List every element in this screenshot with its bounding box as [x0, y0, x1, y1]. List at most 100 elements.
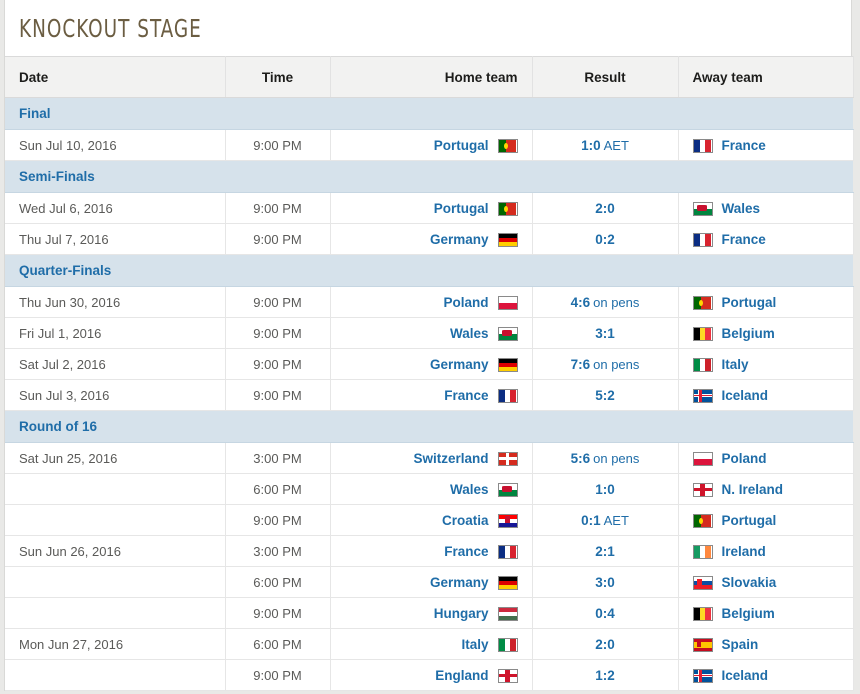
home-team-cell[interactable]: Switzerland [330, 442, 533, 474]
home-team-name[interactable]: England [435, 668, 488, 683]
match-result-cell[interactable]: 5:6 on pens [532, 442, 679, 474]
home-team-cell[interactable]: Portugal [330, 192, 533, 224]
away-team-cell[interactable]: Portugal [678, 286, 854, 318]
match-score[interactable]: 2:0 [595, 637, 615, 652]
table-row[interactable]: Fri Jul 1, 2016 9:00 PM Wales 3:1 Belgium [5, 317, 854, 349]
table-row[interactable]: 9:00 PM England 1:2 Iceland [5, 659, 854, 691]
match-result-cell[interactable]: 0:4 [532, 597, 679, 629]
column-header-away[interactable]: Away team [678, 56, 854, 98]
table-row[interactable]: Sun Jul 10, 2016 9:00 PM Portugal 1:0 AET Fra… [5, 129, 854, 161]
home-team-cell[interactable]: Wales [330, 473, 533, 505]
match-result-cell[interactable]: 0:2 [532, 223, 679, 255]
table-row[interactable]: Sat Jun 25, 2016 3:00 PM Switzerland 5:6 on … [5, 442, 854, 474]
home-team-cell[interactable]: France [330, 379, 533, 411]
home-team-name[interactable]: Germany [430, 232, 489, 247]
home-team-cell[interactable]: Poland [330, 286, 533, 318]
away-team-cell[interactable]: Iceland [678, 379, 854, 411]
away-team-cell[interactable]: Belgium [678, 317, 854, 349]
match-result-cell[interactable]: 7:6 on pens [532, 348, 679, 380]
away-team-name[interactable]: Italy [722, 357, 749, 372]
away-team-cell[interactable]: Belgium [678, 597, 854, 629]
table-row[interactable]: Thu Jun 30, 2016 9:00 PM Poland 4:6 on pens P… [5, 286, 854, 318]
away-team-name[interactable]: Wales [722, 201, 761, 216]
match-result-cell[interactable]: 4:6 on pens [532, 286, 679, 318]
away-team-cell[interactable]: Italy [678, 348, 854, 380]
match-score[interactable]: 5:6 [571, 451, 591, 466]
away-team-name[interactable]: Ireland [722, 544, 766, 559]
table-row[interactable]: Sat Jul 2, 2016 9:00 PM Germany 7:6 on pens I… [5, 348, 854, 380]
table-row[interactable]: Thu Jul 7, 2016 9:00 PM Germany 0:2 France [5, 223, 854, 255]
table-row[interactable]: 6:00 PM Germany 3:0 Slovakia [5, 566, 854, 598]
home-team-cell[interactable]: France [330, 535, 533, 567]
match-score[interactable]: 1:0 [581, 138, 601, 153]
home-team-cell[interactable]: Hungary [330, 597, 533, 629]
table-row[interactable]: Sun Jun 26, 2016 3:00 PM France 2:1 Ireland [5, 535, 854, 567]
away-team-cell[interactable]: Slovakia [678, 566, 854, 598]
home-team-name[interactable]: Poland [443, 295, 488, 310]
match-score[interactable]: 4:6 [571, 295, 591, 310]
away-team-cell[interactable]: Wales [678, 192, 854, 224]
home-team-name[interactable]: Germany [430, 575, 489, 590]
match-result-cell[interactable]: 1:0 AET [532, 129, 679, 161]
home-team-cell[interactable]: Croatia [330, 504, 533, 536]
match-score[interactable]: 3:0 [595, 575, 615, 590]
match-score[interactable]: 0:4 [595, 606, 615, 621]
table-row[interactable]: 9:00 PM Hungary 0:4 Belgium [5, 597, 854, 629]
home-team-cell[interactable]: England [330, 659, 533, 691]
match-result-cell[interactable]: 3:1 [532, 317, 679, 349]
column-header-time[interactable]: Time [225, 56, 331, 98]
home-team-name[interactable]: France [444, 544, 488, 559]
column-header-date[interactable]: Date [5, 56, 226, 98]
match-result-cell[interactable]: 2:1 [532, 535, 679, 567]
away-team-name[interactable]: Spain [722, 637, 759, 652]
match-result-cell[interactable]: 2:0 [532, 192, 679, 224]
away-team-name[interactable]: Poland [722, 451, 767, 466]
home-team-name[interactable]: Portugal [434, 201, 489, 216]
table-row[interactable]: 9:00 PM Croatia 0:1 AET Portugal [5, 504, 854, 536]
match-result-cell[interactable]: 5:2 [532, 379, 679, 411]
match-result-cell[interactable]: 0:1 AET [532, 504, 679, 536]
away-team-cell[interactable]: Poland [678, 442, 854, 474]
home-team-name[interactable]: France [444, 388, 488, 403]
match-score[interactable]: 5:2 [595, 388, 615, 403]
home-team-cell[interactable]: Wales [330, 317, 533, 349]
away-team-cell[interactable]: Portugal [678, 504, 854, 536]
home-team-cell[interactable]: Germany [330, 348, 533, 380]
match-result-cell[interactable]: 2:0 [532, 628, 679, 660]
match-result-cell[interactable]: 1:0 [532, 473, 679, 505]
home-team-name[interactable]: Wales [450, 482, 489, 497]
away-team-name[interactable]: France [722, 232, 766, 247]
away-team-name[interactable]: Portugal [722, 513, 777, 528]
away-team-name[interactable]: Belgium [722, 606, 775, 621]
home-team-name[interactable]: Hungary [434, 606, 489, 621]
match-score[interactable]: 0:2 [595, 232, 615, 247]
match-score[interactable]: 2:0 [595, 201, 615, 216]
match-score[interactable]: 2:1 [595, 544, 615, 559]
away-team-name[interactable]: Iceland [722, 388, 769, 403]
home-team-name[interactable]: Croatia [442, 513, 489, 528]
table-row[interactable]: 6:00 PM Wales 1:0 N. Ireland [5, 473, 854, 505]
match-score[interactable]: 1:2 [595, 668, 615, 683]
home-team-name[interactable]: Portugal [434, 138, 489, 153]
home-team-cell[interactable]: Germany [330, 223, 533, 255]
away-team-cell[interactable]: N. Ireland [678, 473, 854, 505]
home-team-cell[interactable]: Italy [330, 628, 533, 660]
home-team-name[interactable]: Germany [430, 357, 489, 372]
column-header-home[interactable]: Home team [330, 56, 533, 98]
away-team-name[interactable]: France [722, 138, 766, 153]
column-header-result[interactable]: Result [532, 56, 679, 98]
match-score[interactable]: 3:1 [595, 326, 615, 341]
away-team-cell[interactable]: France [678, 129, 854, 161]
home-team-name[interactable]: Italy [461, 637, 488, 652]
away-team-cell[interactable]: Spain [678, 628, 854, 660]
home-team-name[interactable]: Switzerland [413, 451, 488, 466]
away-team-cell[interactable]: France [678, 223, 854, 255]
match-result-cell[interactable]: 3:0 [532, 566, 679, 598]
table-row[interactable]: Sun Jul 3, 2016 9:00 PM France 5:2 Iceland [5, 379, 854, 411]
away-team-name[interactable]: N. Ireland [722, 482, 784, 497]
home-team-cell[interactable]: Germany [330, 566, 533, 598]
match-score[interactable]: 7:6 [571, 357, 591, 372]
table-row[interactable]: Wed Jul 6, 2016 9:00 PM Portugal 2:0 Wales [5, 192, 854, 224]
away-team-name[interactable]: Portugal [722, 295, 777, 310]
home-team-cell[interactable]: Portugal [330, 129, 533, 161]
